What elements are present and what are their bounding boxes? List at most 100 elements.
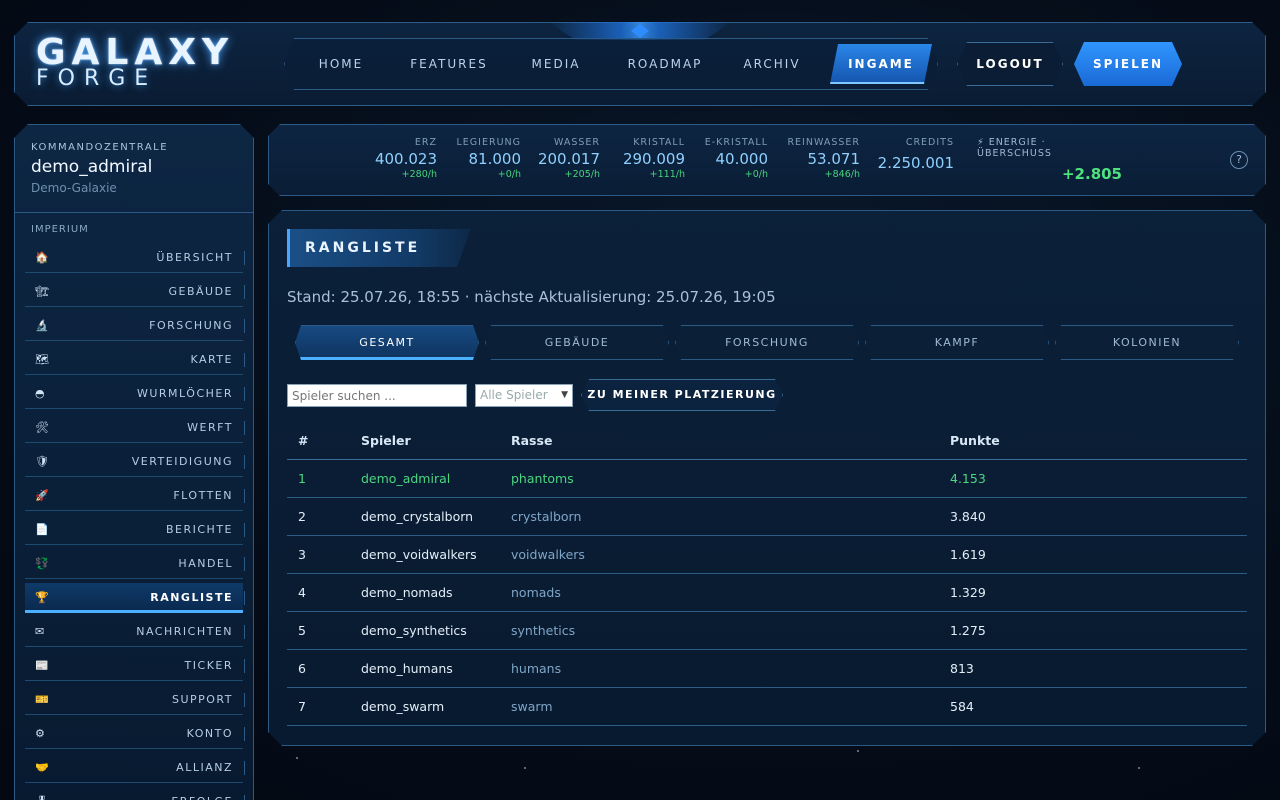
rank-cell: 6 [298, 661, 306, 676]
col-race[interactable]: Rasse [511, 422, 552, 460]
sidebar-item[interactable]: 🎖 ERFOLGE [25, 787, 245, 800]
nav-roadmap[interactable]: ROADMAP [622, 42, 708, 86]
table-row[interactable]: 2 demo_crystalborn crystalborn 3.840 [287, 498, 1247, 536]
player-cell[interactable]: demo_swarm [361, 688, 444, 726]
sidebar-item[interactable]: 📰 TICKER [25, 651, 245, 681]
page-title: RANGLISTE [305, 240, 421, 256]
logo[interactable]: GALAXY FORGE [36, 32, 235, 90]
sidebar-item[interactable]: 🏠 ÜBERSICHT [25, 243, 245, 273]
ranking-table: # Spieler Rasse Punkte 1 demo_admiral phan… [287, 422, 1247, 726]
player-cell[interactable]: demo_voidwalkers [361, 536, 477, 574]
sidebar-item-label: BERICHTE [165, 523, 233, 536]
sidebar-item-icon: 🏗 [35, 285, 49, 298]
col-player[interactable]: Spieler [361, 422, 411, 460]
sidebar-item-icon: ◓ [35, 387, 45, 400]
resource-rate: +0/h [744, 169, 768, 180]
resource-item: CREDITS 2.250.001 [854, 137, 954, 173]
points-cell: 4.153 [950, 471, 986, 486]
sidebar-item-label: FORSCHUNG [149, 319, 233, 332]
sidebar-item-label: NACHRICHTEN [136, 625, 233, 638]
rank-cell: 2 [298, 509, 306, 524]
play-button[interactable]: SPIELEN [1074, 42, 1182, 86]
col-points[interactable]: Punkte [950, 422, 1000, 460]
star [857, 750, 859, 752]
sidebar-item-label: WERFT [187, 421, 233, 434]
nav-home[interactable]: HOME [307, 42, 375, 86]
sidebar-item-icon: 📄 [35, 523, 49, 536]
nav-ingame[interactable]: INGAME [830, 42, 932, 86]
rank-cell: 4 [298, 585, 306, 600]
sidebar-item[interactable]: ⚙ KONTO [25, 719, 245, 749]
points-cell: 584 [950, 699, 974, 714]
sidebar-item-icon: 🏆 [35, 591, 49, 604]
sidebar-item[interactable]: 🎫 SUPPORT [25, 685, 245, 715]
sidebar-item-icon: 🛡 [35, 455, 49, 468]
table-row[interactable]: 6 demo_humans humans 813 [287, 650, 1247, 688]
sidebar-galaxy: Demo-Galaxie [31, 181, 117, 195]
tab-gebaeude[interactable]: GEBÄUDE [485, 325, 669, 360]
table-body: 1 demo_admiral phantoms 4.153 2 demo_crystalb… [287, 460, 1247, 726]
sidebar-item[interactable]: 🏆 RANGLISTE [25, 583, 245, 613]
chevron-down-icon: ▼ [561, 390, 568, 400]
star [524, 767, 526, 769]
tab-kampf[interactable]: KAMPF [865, 325, 1049, 360]
player-search-input[interactable] [287, 384, 467, 407]
sidebar-item-icon: 🗺 [35, 353, 49, 366]
star [1138, 767, 1140, 769]
player-cell[interactable]: demo_synthetics [361, 612, 467, 650]
nav-media[interactable]: MEDIA [524, 42, 588, 86]
my-rank-button[interactable]: ZU MEINER PLATZIERUNG [581, 379, 783, 411]
sidebar-item[interactable]: 🛠 WERFT [25, 413, 245, 443]
tab-gesamt[interactable]: GESAMT [295, 325, 479, 360]
player-cell[interactable]: demo_humans [361, 650, 453, 688]
logout-button[interactable]: LOGOUT [957, 42, 1063, 86]
sidebar-username: demo_admiral [31, 157, 153, 177]
sidebar-item[interactable]: 💱 HANDEL [25, 549, 245, 579]
sidebar-item-label: GEBÄUDE [168, 285, 233, 298]
table-row[interactable]: 1 demo_admiral phantoms 4.153 [287, 460, 1247, 498]
race-cell: crystalborn [511, 509, 582, 524]
sidebar-item[interactable]: 🚀 FLOTTEN [25, 481, 245, 511]
sidebar-item-label: KARTE [190, 353, 233, 366]
table-row[interactable]: 4 demo_nomads nomads 1.329 [287, 574, 1247, 612]
player-cell[interactable]: demo_crystalborn [361, 498, 473, 536]
col-rank[interactable]: # [298, 422, 308, 460]
sidebar-item[interactable]: 🗺 KARTE [25, 345, 245, 375]
help-icon[interactable]: ? [1230, 151, 1248, 169]
sidebar-item[interactable]: 🏗 GEBÄUDE [25, 277, 245, 307]
table-row[interactable]: 3 demo_voidwalkers voidwalkers 1.619 [287, 536, 1247, 574]
race-cell: nomads [511, 585, 561, 600]
nav-features[interactable]: FEATURES [404, 42, 494, 86]
star [296, 757, 298, 759]
sidebar-item-icon: 📰 [35, 659, 49, 672]
sidebar-item-icon: 🎖 [35, 795, 49, 800]
energy-label: ⚡ ENERGIE · ÜBERSCHUSS [977, 137, 1052, 159]
logo-main: GALAXY [36, 32, 235, 73]
sidebar-item[interactable]: 🤝 ALLIANZ [25, 753, 245, 783]
nav-archiv[interactable]: ARCHIV [738, 42, 806, 86]
ranking-timestamp: Stand: 25.07.26, 18:55 · nächste Aktuali… [287, 288, 776, 306]
table-row[interactable]: 7 demo_swarm swarm 584 [287, 688, 1247, 726]
sidebar-item[interactable]: ✉ NACHRICHTEN [25, 617, 245, 647]
sidebar-item[interactable]: 🛡 VERTEIDIGUNG [25, 447, 245, 477]
sidebar-item-label: WURMLÖCHER [136, 387, 233, 400]
resource-value: 2.250.001 [877, 154, 954, 172]
sidebar-item-label: TICKER [184, 659, 233, 672]
resource-label: CREDITS [905, 137, 954, 148]
sidebar-item-label: RANGLISTE [150, 591, 233, 604]
player-cell[interactable]: demo_nomads [361, 574, 453, 612]
player-cell[interactable]: demo_admiral [361, 460, 450, 498]
sidebar-item[interactable]: ◓ WURMLÖCHER [25, 379, 245, 409]
energy-value: +2.805 [1061, 165, 1122, 183]
rank-cell: 7 [298, 699, 306, 714]
tab-forschung[interactable]: FORSCHUNG [675, 325, 859, 360]
resource-value: 40.000 [715, 150, 769, 168]
sidebar-item[interactable]: 📄 BERICHTE [25, 515, 245, 545]
sidebar-item[interactable]: 🔬 FORSCHUNG [25, 311, 245, 341]
rank-cell: 3 [298, 547, 306, 562]
tab-kolonien[interactable]: KOLONIEN [1055, 325, 1239, 360]
points-cell: 813 [950, 661, 974, 676]
table-row[interactable]: 5 demo_synthetics synthetics 1.275 [287, 612, 1247, 650]
sidebar-item-icon: 🚀 [35, 489, 49, 502]
player-filter-select[interactable]: Alle Spieler ▼ [475, 384, 573, 407]
